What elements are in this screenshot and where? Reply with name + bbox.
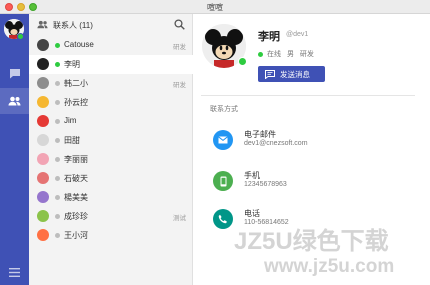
contact-row[interactable]: Jim — [29, 112, 193, 131]
window-title: 喧喧 — [207, 3, 223, 12]
profile-name: 李明 — [258, 31, 280, 43]
presence-dot — [55, 81, 60, 86]
presence-dot — [55, 62, 60, 67]
mobile-value[interactable]: 12345678963 — [244, 181, 287, 188]
contacts-panel: 联系人 (11) Catouse 研发 李明 韩二小 研发 孙云控 Jim 田甜 李丽丽 石破天楊… — [29, 14, 193, 285]
contact-name: 李丽丽 — [64, 155, 88, 164]
contact-name: 成珍珍 — [64, 212, 88, 221]
title-bar: 喧喧 — [0, 0, 430, 14]
message-icon — [265, 69, 275, 79]
mobile-label: 手机 — [244, 171, 260, 180]
tel-value[interactable]: 110-56814652 — [244, 219, 289, 226]
contact-info-title: 联系方式 — [210, 106, 238, 113]
contact-name: Catouse — [64, 40, 94, 49]
contact-dept-tag: 研发 — [173, 44, 186, 51]
contact-dept-tag: 研发 — [173, 82, 186, 89]
menu-icon — [9, 267, 20, 277]
contact-avatar — [37, 229, 49, 241]
contact-row[interactable]: 王小河 — [29, 226, 193, 245]
contact-row[interactable]: 石破天 — [29, 169, 193, 188]
contact-name: 孙云控 — [64, 98, 88, 107]
nav-menu[interactable] — [0, 259, 29, 285]
user-online-indicator — [17, 33, 24, 40]
nav-sidebar — [0, 14, 29, 285]
mobile-phone-icon — [213, 171, 233, 191]
contact-avatar — [37, 77, 49, 89]
status-dot — [258, 52, 263, 57]
contact-name: 王小河 — [64, 231, 88, 240]
contact-name: 韩二小 — [64, 79, 88, 88]
presence-dot — [55, 195, 60, 200]
profile-status: 在线 — [267, 51, 281, 58]
contacts-icon — [8, 96, 21, 106]
email-row: 电子邮件 dev1@cnezsoft.com — [213, 128, 413, 154]
contact-detail-panel: 李明 @dev1 在线 男 研发 发送消息 联系方式 电子邮件 dev1@cne… — [193, 14, 430, 285]
tel-label: 电话 — [244, 209, 260, 218]
contact-name: 楊美美 — [64, 193, 88, 202]
send-message-label: 发送消息 — [280, 69, 310, 79]
presence-dot — [55, 119, 60, 124]
contact-row[interactable]: 成珍珍 测试 — [29, 207, 193, 226]
contact-row[interactable]: 李丽丽 — [29, 150, 193, 169]
contact-name: 李明 — [64, 60, 80, 69]
email-icon — [213, 130, 233, 150]
profile-dept: 研发 — [299, 51, 314, 58]
contact-row[interactable]: 孙云控 — [29, 93, 193, 112]
presence-dot — [55, 157, 60, 162]
tel-row: 电话 110-56814652 — [213, 207, 413, 233]
contact-row[interactable]: 田甜 — [29, 131, 193, 150]
contact-dept-tag: 测试 — [173, 215, 186, 222]
contact-name: 石破天 — [64, 174, 88, 183]
nav-contacts[interactable] — [0, 88, 29, 114]
contacts-group-icon — [37, 20, 48, 29]
app-window: 喧喧 联系人 (11) Catouse 研发 李明 韩二小 研发 孙云控 Jim… — [0, 0, 430, 285]
contact-avatar — [37, 172, 49, 184]
profile-online-indicator — [238, 57, 247, 66]
contact-avatar — [37, 39, 49, 51]
contact-avatar — [37, 153, 49, 165]
profile-gender: 男 — [286, 51, 294, 58]
send-message-button[interactable]: 发送消息 — [258, 66, 325, 82]
contact-avatar — [37, 115, 49, 127]
presence-dot — [55, 138, 60, 143]
contact-row[interactable]: 韩二小 研发 — [29, 74, 193, 93]
mobile-row: 手机 12345678963 — [213, 169, 413, 195]
contact-name: Jim — [64, 116, 77, 125]
chat-icon — [9, 68, 20, 78]
divider — [201, 95, 415, 96]
presence-dot — [55, 176, 60, 181]
contact-row[interactable]: 李明 — [29, 55, 193, 74]
phone-icon — [213, 209, 233, 229]
email-label: 电子邮件 — [244, 130, 276, 139]
contact-name: 田甜 — [64, 136, 80, 145]
contact-avatar — [37, 210, 49, 222]
contact-row[interactable]: Catouse 研发 — [29, 36, 193, 55]
email-value[interactable]: dev1@cnezsoft.com — [244, 140, 308, 147]
presence-dot — [55, 233, 60, 238]
profile-meta: 在线 男 研发 — [267, 49, 318, 59]
presence-dot — [55, 43, 60, 48]
presence-dot — [55, 100, 60, 105]
contacts-header: 联系人 (11) — [29, 14, 193, 36]
nav-chats[interactable] — [0, 60, 29, 86]
contact-avatar — [37, 96, 49, 108]
search-icon[interactable] — [174, 19, 185, 30]
presence-dot — [55, 214, 60, 219]
contact-row[interactable]: 楊美美 — [29, 188, 193, 207]
contact-avatar — [37, 191, 49, 203]
profile-account: @dev1 — [286, 31, 309, 38]
contact-avatar — [37, 134, 49, 146]
contacts-count-title: 联系人 (11) — [53, 21, 93, 30]
contact-avatar — [37, 58, 49, 70]
contact-list: Catouse 研发 李明 韩二小 研发 孙云控 Jim 田甜 李丽丽 石破天 楊美美 成珍珍 测试 王小… — [29, 36, 193, 245]
